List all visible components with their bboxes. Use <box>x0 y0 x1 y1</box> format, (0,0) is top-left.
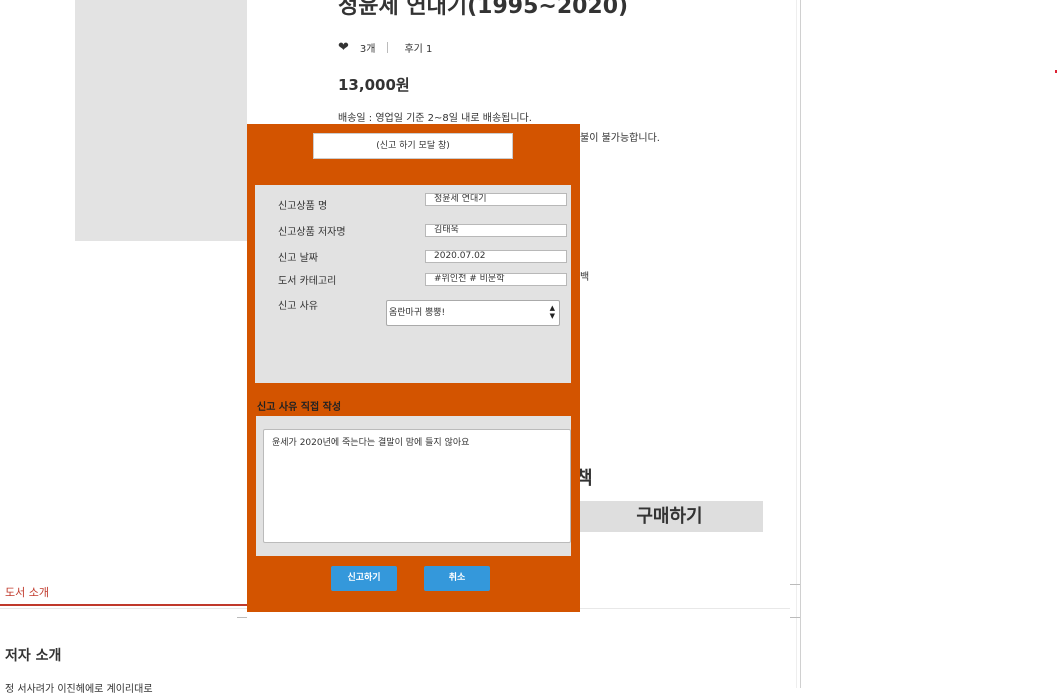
shipping-info: 배송일 : 영업일 기준 2~8일 내로 배송됩니다. <box>338 113 532 124</box>
direct-reason-textarea[interactable]: 윤세가 2020년에 죽는다는 결말이 맘에 들지 않아요 <box>263 429 571 543</box>
divider-mark <box>237 617 247 618</box>
reason-select[interactable]: 옴란마귀 뿡뿡! ▲ ▼ <box>386 300 560 326</box>
tab-book-intro[interactable]: 도서 소개 <box>5 584 49 600</box>
book-cover-image <box>75 0 247 241</box>
column-divider <box>800 0 801 688</box>
reason-selected-value: 옴란마귀 뿡뿡! <box>389 308 446 318</box>
report-date-field[interactable]: 2020.07.02 <box>425 250 567 263</box>
buy-button[interactable]: 구매하기 <box>576 501 763 532</box>
product-name-field[interactable]: 정윤세 연대기 <box>425 193 567 206</box>
report-date-label: 신고 날짜 <box>278 253 318 264</box>
product-name-label: 신고상품 명 <box>278 201 328 212</box>
review-link[interactable]: 후기 1 <box>404 40 432 55</box>
reason-label: 신고 사유 <box>278 301 318 312</box>
category-field[interactable]: #위인전 # 비문학 <box>425 273 567 286</box>
modal-title: (신고 하기 모달 창) <box>313 133 513 159</box>
product-title: 정윤세 연대기(1995~2020) <box>338 0 629 19</box>
meta-separator <box>387 42 389 53</box>
red-dot <box>1055 70 1057 73</box>
category-label: 도서 카테고리 <box>278 276 337 287</box>
divider-mark <box>790 584 800 585</box>
product-price: 13,000원 <box>338 76 410 94</box>
author-name-field[interactable]: 김태욱 <box>425 224 567 237</box>
report-form-panel: 신고상품 명 정윤세 연대기 신고상품 저자명 김태욱 신고 날짜 2020.0… <box>255 185 571 383</box>
report-modal: (신고 하기 모달 창) 신고상품 명 정윤세 연대기 신고상품 저자명 김태욱… <box>247 124 580 612</box>
divider-mark <box>790 617 800 618</box>
like-count: 3개 <box>359 44 376 55</box>
direct-reason-panel: 윤세가 2020년에 죽는다는 결말이 맘에 들지 않아요 <box>256 416 571 556</box>
up-down-arrows-icon: ▲ ▼ <box>549 304 555 320</box>
direct-reason-label: 신고 사유 직접 작성 <box>257 402 342 413</box>
author-heading: 저자 소개 <box>5 648 62 664</box>
product-meta: ❤ 3개 후기 1 <box>338 40 432 55</box>
submit-report-button[interactable]: 신고하기 <box>331 566 397 591</box>
cancel-button[interactable]: 취소 <box>424 566 490 591</box>
author-name-label: 신고상품 저자명 <box>278 227 346 238</box>
tab-active-underline <box>0 604 247 606</box>
notice-text: 불이 불가능합니다. <box>580 133 660 144</box>
side-text: 백 <box>580 272 590 283</box>
heart-icon[interactable]: ❤ <box>338 40 349 55</box>
